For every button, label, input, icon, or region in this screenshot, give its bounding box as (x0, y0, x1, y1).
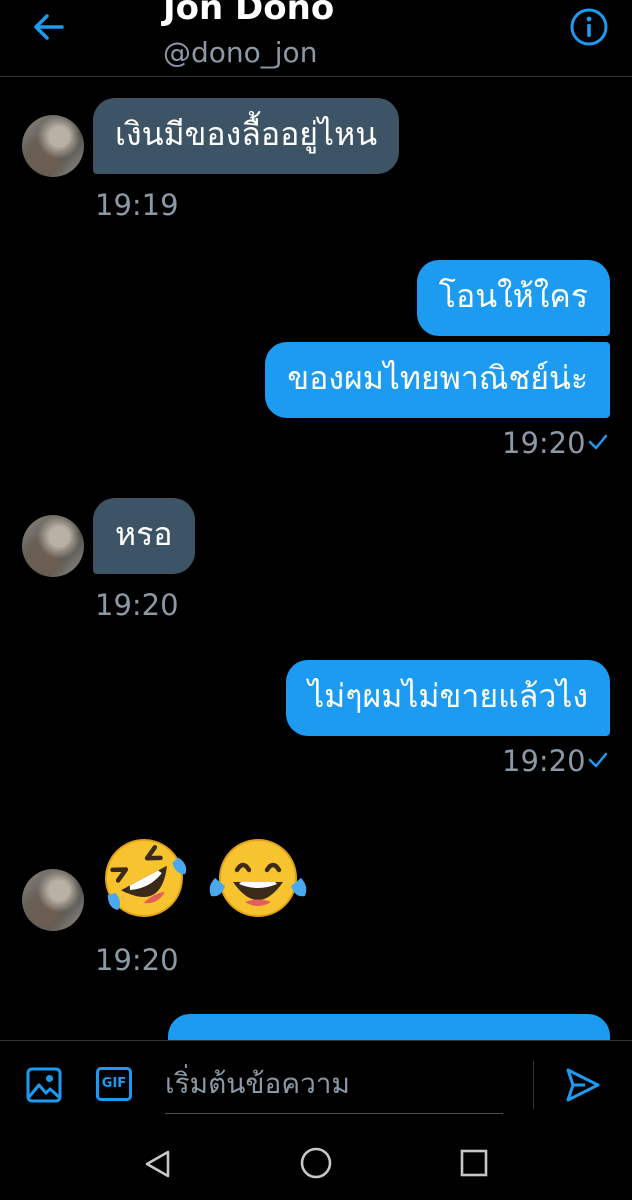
message-input[interactable] (165, 1053, 503, 1114)
conversation-title[interactable]: Jon Dono (163, 0, 334, 28)
message-timestamp: 19:20 (95, 588, 179, 622)
message-composer: GIF (0, 1040, 632, 1131)
sent-message-bubble[interactable]: ของผมไทยพาณิชย์น่ะ (265, 342, 610, 418)
sent-message-bubble[interactable]: โอนให้ใคร (416, 260, 610, 336)
face-with-tears-of-joy-emoji[interactable] (205, 834, 311, 920)
received-message-bubble[interactable]: เงินมีของลื้ออยู่ไหน (93, 98, 400, 174)
message-timestamp: 19:20 (502, 426, 586, 460)
received-message-bubble[interactable]: หรอ (93, 498, 195, 574)
info-icon[interactable] (568, 6, 610, 48)
read-check-icon (588, 752, 608, 768)
nav-home-icon[interactable] (299, 1146, 333, 1180)
back-arrow-icon[interactable] (30, 8, 68, 46)
nav-recents-icon[interactable] (459, 1148, 489, 1178)
message-timestamp: 19:19 (95, 188, 179, 222)
composer-divider (533, 1061, 534, 1109)
read-check-icon (588, 434, 608, 450)
sent-message-bubble-partial[interactable] (168, 1014, 610, 1040)
rolling-on-floor-laughing-emoji[interactable] (98, 832, 190, 924)
message-thread[interactable]: เงินมีของลื้ออยู่ไหน 19:19 โอนให้ใคร ของ… (0, 77, 632, 1040)
avatar[interactable] (22, 115, 84, 177)
sent-message-bubble[interactable]: ไม่ๆผมไม่ขายแล้วไง (286, 660, 610, 736)
system-navigation-bar (0, 1130, 632, 1200)
send-icon[interactable] (563, 1065, 603, 1105)
user-handle[interactable]: @dono_jon (163, 36, 317, 69)
message-timestamp: 19:20 (502, 744, 586, 778)
avatar[interactable] (22, 515, 84, 577)
conversation-header: Jon Dono @dono_jon (0, 0, 632, 77)
avatar[interactable] (22, 869, 84, 931)
nav-back-icon[interactable] (142, 1148, 174, 1180)
gif-button[interactable]: GIF (96, 1067, 132, 1101)
message-timestamp: 19:20 (95, 943, 179, 977)
image-icon[interactable] (25, 1066, 63, 1104)
